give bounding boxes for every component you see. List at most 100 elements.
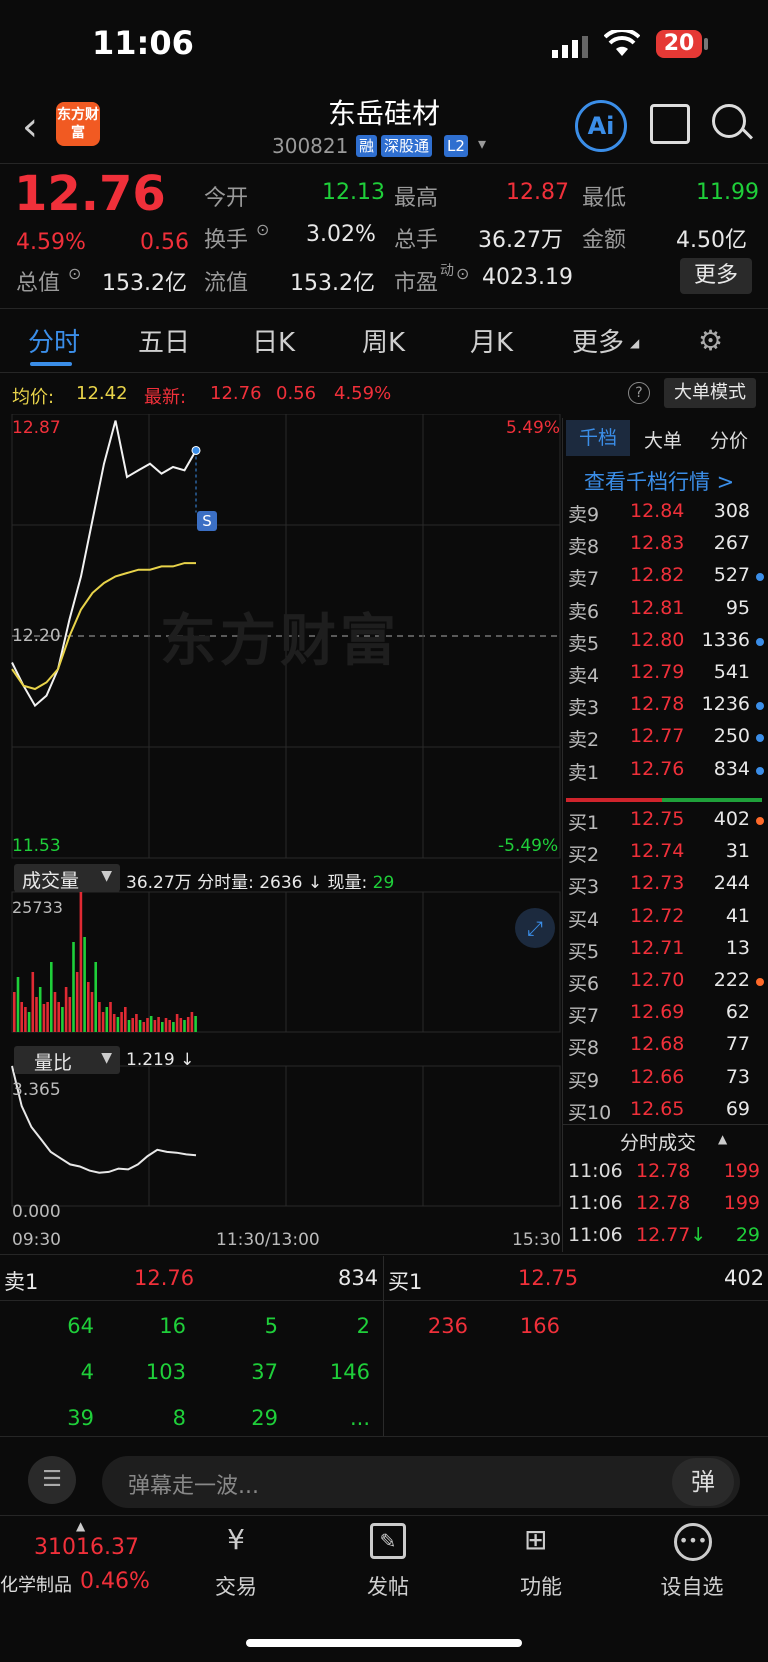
volume-bar xyxy=(20,1002,23,1032)
volume-bar xyxy=(161,1022,164,1032)
tab-monthly-k[interactable]: 月K xyxy=(470,322,513,359)
bottom-pct-label: -5.49% xyxy=(498,836,559,856)
nav-functions[interactable]: 功能 xyxy=(496,1571,586,1601)
orderbook-tab-large[interactable]: 大单 xyxy=(644,426,682,453)
share-icon[interactable] xyxy=(650,104,690,144)
expand-icon[interactable]: ⤢ xyxy=(515,908,555,948)
latest-change: 0.56 xyxy=(276,383,317,404)
trade-icon[interactable]: ¥ xyxy=(214,1523,258,1563)
help-icon[interactable]: ? xyxy=(628,382,650,404)
gear-icon[interactable]: ⚙ xyxy=(698,324,723,357)
ask-level-label: 卖1 xyxy=(568,761,600,784)
tab-daily-k[interactable]: 日K xyxy=(252,322,295,359)
tab-5day[interactable]: 五日 xyxy=(138,322,190,359)
time-start-label: 09:30 xyxy=(12,1230,61,1250)
ratio-min-label: 0.000 xyxy=(12,1202,61,1222)
tab-more[interactable]: 更多 xyxy=(572,322,624,359)
avg-label: 均价: xyxy=(12,387,55,408)
grid-icon[interactable]: ⊞ xyxy=(524,1523,547,1556)
queue-center-divider xyxy=(383,1256,384,1436)
volume-bar xyxy=(157,1017,160,1032)
tab-intraday[interactable]: 分时 xyxy=(28,322,80,359)
chevron-up-icon[interactable]: ▲ xyxy=(718,1132,727,1146)
sell-queue-order: 2 xyxy=(356,1314,370,1338)
queue-sell-label: 卖1 xyxy=(4,1270,39,1294)
index-pct[interactable]: 0.46% xyxy=(80,1569,150,1594)
bid-volume: 31 xyxy=(725,840,750,863)
bid-volume: 222 xyxy=(713,969,750,991)
more-dots-icon[interactable]: ••• xyxy=(674,1523,712,1561)
chevron-down-icon[interactable]: ▾ xyxy=(478,134,486,153)
nav-watchlist[interactable]: 设自选 xyxy=(647,1571,737,1601)
bid-volume: 62 xyxy=(725,1001,750,1024)
ask-ratio-bar xyxy=(566,798,662,802)
volume-dropdown[interactable]: 成交量 ▼ xyxy=(14,864,120,892)
index-value[interactable]: 31016.37 xyxy=(34,1535,139,1560)
more-button[interactable]: 更多 xyxy=(680,258,752,294)
top-pct-label: 5.49% xyxy=(506,418,561,438)
post-icon[interactable]: ✎ xyxy=(370,1523,406,1559)
trade-price: 12.78 xyxy=(636,1192,691,1214)
trade-row: 11:06 12.78 199 xyxy=(566,1160,762,1188)
battery-icon: 20 xyxy=(656,30,702,58)
bid-ratio-bar xyxy=(662,798,762,802)
volume-bar xyxy=(50,962,53,1032)
sell-queue-order: 39 xyxy=(67,1406,94,1430)
search-icon[interactable] xyxy=(712,104,746,138)
mktcap-value: 153.2亿 xyxy=(102,271,187,296)
volume-bar xyxy=(35,997,38,1032)
queue-buy-volume: 402 xyxy=(724,1266,765,1290)
tab-weekly-k[interactable]: 周K xyxy=(362,322,405,359)
ask-price: 12.77 xyxy=(630,725,685,748)
danmaku-toggle-button[interactable]: 弹 xyxy=(672,1458,734,1506)
volume-bar xyxy=(131,1018,134,1032)
bid-level-label: 买6 xyxy=(568,973,600,995)
volume-bar xyxy=(90,992,94,1032)
ask-level-label: 卖6 xyxy=(568,600,600,623)
buy-queue-order: 166 xyxy=(519,1314,560,1338)
ai-button[interactable]: Ai xyxy=(575,100,627,152)
ratio-dropdown[interactable]: 量比 ▼ xyxy=(14,1046,120,1074)
comment-input[interactable]: 弹幕走一波... 弹 xyxy=(102,1456,740,1508)
avg-value: 12.42 xyxy=(76,383,128,404)
s-marker[interactable]: S xyxy=(197,511,217,531)
trade-time: 11:06 xyxy=(568,1160,623,1182)
ask-volume: 834 xyxy=(713,757,750,780)
current-price: 12.76 xyxy=(14,166,166,222)
bid-price: 12.68 xyxy=(630,1033,685,1056)
volume-bar xyxy=(142,1022,146,1032)
bid-level-label: 买7 xyxy=(568,1005,600,1028)
large-order-mode-button[interactable]: 大单模式 xyxy=(664,378,756,408)
sell-queue-order: 8 xyxy=(172,1406,186,1430)
volume-bar xyxy=(16,977,20,1032)
low-label: 最低 xyxy=(582,186,627,211)
ask-row: 卖5 12.80 1336 xyxy=(566,629,766,657)
volume-bar xyxy=(98,1002,101,1032)
index-name[interactable]: 化学制品 xyxy=(0,1571,72,1597)
queue-sell-volume: 834 xyxy=(338,1266,379,1290)
turnover-label: 换手 xyxy=(204,228,249,253)
chevron-down-icon: ▼ xyxy=(101,868,112,884)
bid-volume: 244 xyxy=(713,872,750,895)
latest-label: 最新: xyxy=(144,387,187,408)
nav-trade[interactable]: 交易 xyxy=(191,1571,281,1601)
info-icon[interactable]: ⊙ xyxy=(256,220,269,239)
trade-price: 12.78 xyxy=(636,1160,691,1182)
orderbook-tab-price[interactable]: 分价 xyxy=(710,426,748,453)
volume-bar xyxy=(83,937,86,1032)
depth-link[interactable]: 查看千档行情 > xyxy=(584,466,734,496)
comment-list-icon[interactable]: ☰ xyxy=(28,1456,76,1504)
trades-divider xyxy=(562,1124,768,1125)
sell-queue-order: 103 xyxy=(145,1360,186,1384)
nav-post[interactable]: 发帖 xyxy=(343,1571,433,1601)
ask-level-label: 卖7 xyxy=(568,568,600,591)
top-price-label: 12.87 xyxy=(12,418,61,438)
bid-row: 买6 12.70 222 xyxy=(566,969,766,997)
wifi-icon xyxy=(603,27,641,62)
orderbook-tab-depth[interactable]: 千档 xyxy=(566,420,630,456)
volume-bar xyxy=(94,962,97,1032)
sell-queue-order: 4 xyxy=(80,1360,94,1384)
ask-volume: 527 xyxy=(713,564,750,587)
info-icon[interactable]: ⊙ xyxy=(68,264,81,283)
info-icon[interactable]: ⊙ xyxy=(456,264,469,283)
